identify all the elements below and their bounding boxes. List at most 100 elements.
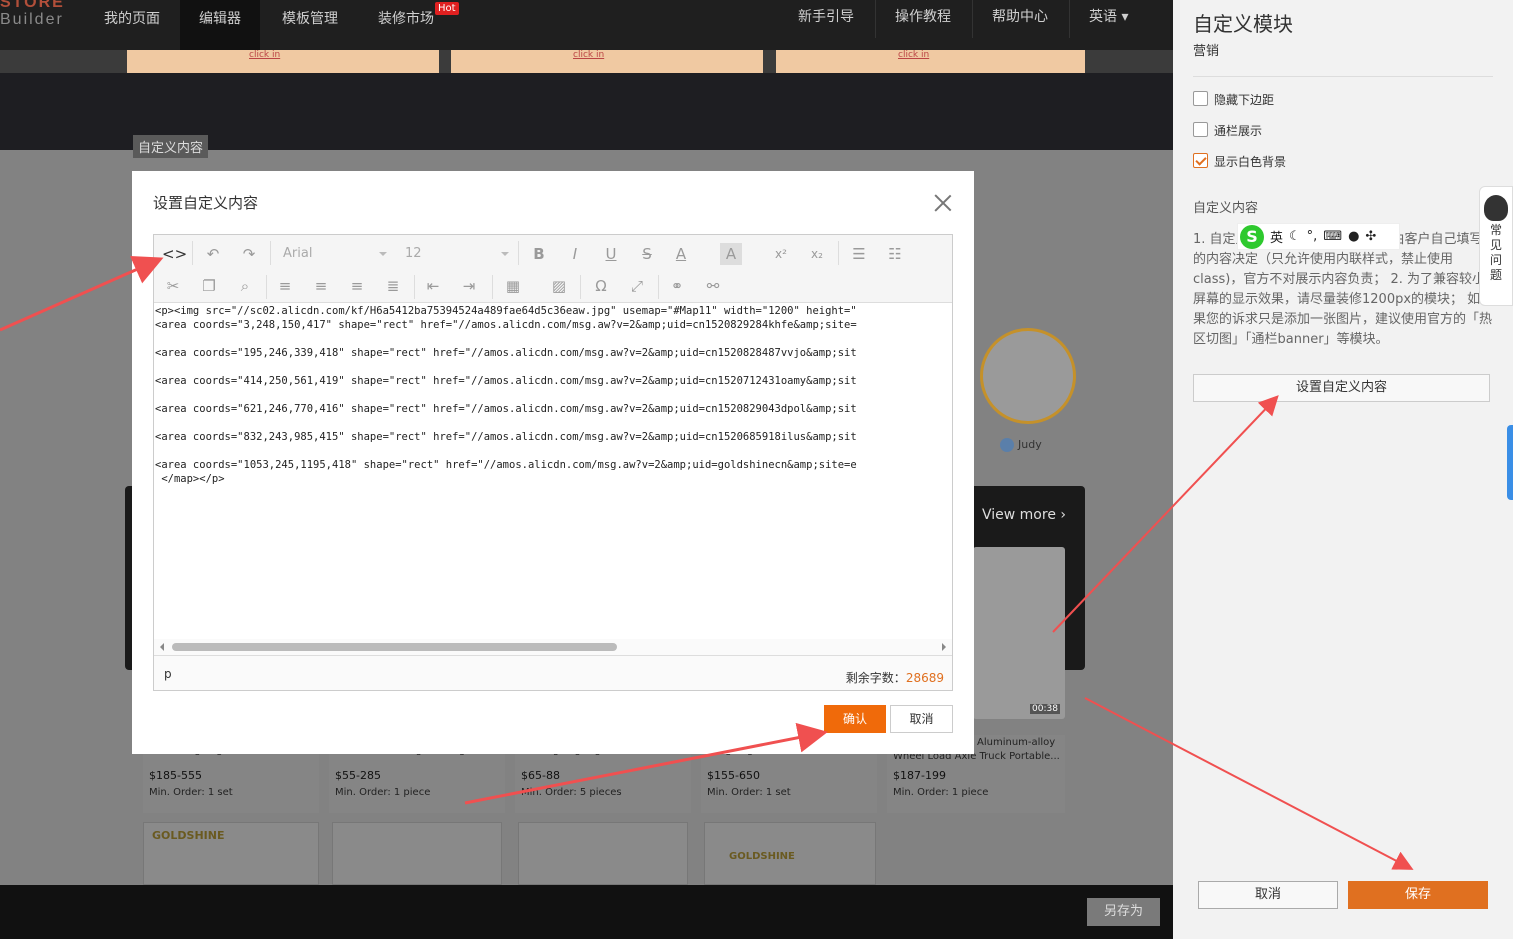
code-line[interactable]: <area coords="3,248,150,417" shape="rect… [155,318,952,332]
code-line[interactable]: <area coords="832,243,985,415" shape="re… [155,430,952,444]
table-icon[interactable]: ▦ [502,275,524,297]
logo[interactable]: STORE Builder [0,0,65,28]
panel-title: 自定义模块 [1193,12,1293,36]
align-center-icon[interactable]: ≡ [310,275,332,297]
bottom-bar [0,885,1173,939]
align-right-icon[interactable]: ≡ [346,275,368,297]
chevron-down-icon: ▾ [1121,9,1129,25]
user-icon[interactable]: ● [1348,229,1359,244]
product-thumb[interactable] [332,822,502,885]
bold-icon[interactable]: B [528,243,550,265]
custom-content-dialog: 设置自定义内容 <> ↶ ↷ Arial 12 B I U S A A x² x… [132,171,974,754]
set-custom-content-button[interactable]: 设置自定义内容 [1193,374,1490,402]
hot-badge: Hot [435,2,459,15]
find-icon[interactable]: ⌕ [234,275,256,297]
code-line[interactable]: <area coords="621,246,770,416" shape="re… [155,402,952,416]
nav-tutorial[interactable]: 操作教程 [895,6,951,26]
code-line[interactable] [155,332,952,346]
nav-help[interactable]: 帮助中心 [992,6,1048,26]
product-image [973,547,1065,719]
product-thumb[interactable] [518,822,688,885]
bullet-list-icon[interactable]: ☰ [848,243,870,265]
agent-name: Judy [1018,438,1042,451]
ime-toolbar[interactable]: S 英 ☾ °, ⌨ ● ✣ [1237,223,1400,250]
underline-icon[interactable]: U [600,243,622,265]
source-code-area[interactable]: <p><img src="//sc02.alicdn.com/kf/H6a541… [154,304,952,639]
outdent-icon[interactable]: ⇤ [422,275,444,297]
superscript-icon[interactable]: x² [770,243,792,265]
white-bg-checkbox[interactable] [1193,153,1208,168]
banner-link[interactable]: click in [898,50,929,60]
background-color-icon[interactable]: A [720,243,742,265]
banner-link[interactable]: click in [249,50,280,60]
view-more-link[interactable]: View more › [982,507,1066,523]
nav-my-pages[interactable]: 我的页面 [104,8,160,28]
grid-icon[interactable]: ✣ [1365,229,1376,244]
nav-market[interactable]: 装修市场 [378,8,434,28]
link-icon[interactable]: ⚭ [666,275,688,297]
dialog-cancel-button[interactable]: 取消 [890,705,953,733]
nav-language[interactable]: 英语 ▾ [1089,6,1128,26]
image-icon[interactable]: ▨ [548,275,570,297]
strikethrough-icon[interactable]: S [636,243,658,265]
punctuation-icon[interactable]: °, [1307,229,1318,244]
italic-icon[interactable]: I [564,243,586,265]
redo-icon[interactable]: ↷ [238,243,260,265]
nav-templates[interactable]: 模板管理 [282,8,338,28]
scroll-thumb[interactable] [172,643,617,651]
nav-editor[interactable]: 编辑器 [180,0,260,50]
copy-icon[interactable]: ❐ [198,275,220,297]
content-heading: 自定义内容 [1193,201,1259,216]
banner-link[interactable]: click in [573,50,604,60]
subscript-icon[interactable]: x₂ [806,243,828,265]
special-char-icon[interactable]: Ω [590,275,612,297]
scroll-left-icon[interactable] [156,643,164,651]
moon-icon[interactable]: ☾ [1289,229,1301,244]
close-icon[interactable] [933,193,953,213]
scroll-right-icon[interactable] [942,643,950,651]
unlink-icon[interactable]: ⚯ [702,275,724,297]
cancel-button[interactable]: 取消 [1198,881,1338,909]
align-justify-icon[interactable]: ≣ [382,275,404,297]
char-counter: 剩余字数：28689 [845,671,944,685]
font-color-icon[interactable]: A [670,243,692,265]
section-tag: 自定义内容 [133,135,209,158]
nav-guide[interactable]: 新手引导 [798,6,854,26]
code-line[interactable]: <area coords="1053,245,1195,418" shape="… [155,458,952,472]
rich-text-editor: <> ↶ ↷ Arial 12 B I U S A A x² x₂ ☰ ☷ ✂ … [153,234,953,691]
code-line[interactable] [155,388,952,402]
code-line[interactable]: <area coords="195,246,339,418" shape="re… [155,346,952,360]
fullscreen-icon[interactable]: ⤢ [626,275,648,297]
horizontal-scrollbar[interactable] [154,639,952,655]
undo-icon[interactable]: ↶ [202,243,224,265]
top-nav: STORE Builder 我的页面 编辑器 模板管理 装修市场 Hot 新手引导… [0,0,1173,50]
indent-icon[interactable]: ⇥ [458,275,480,297]
product-thumb[interactable]: GOLDSHINE [704,822,876,885]
faq-widget[interactable]: 常见问题 [1479,186,1513,306]
numbered-list-icon[interactable]: ☷ [884,243,906,265]
code-line[interactable]: <area coords="414,250,561,419" shape="re… [155,374,952,388]
font-family-select[interactable]: Arial [283,243,387,265]
hide-bottom-margin-checkbox[interactable] [1193,91,1208,106]
code-line[interactable]: <p><img src="//sc02.alicdn.com/kf/H6a541… [155,304,952,318]
video-duration: 00:38 [1030,704,1060,714]
product-thumb[interactable]: GOLDSHINE [143,822,319,885]
code-line[interactable] [155,416,952,430]
align-left-icon[interactable]: ≡ [274,275,296,297]
cut-icon[interactable]: ✂ [162,275,184,297]
checkbox-label: 显示白色背景 [1214,155,1287,169]
keyboard-icon[interactable]: ⌨ [1323,229,1342,244]
banner-item: click in [127,50,439,73]
ime-lang[interactable]: 英 [1270,227,1283,246]
dialog-title: 设置自定义内容 [153,194,259,212]
side-tab[interactable] [1507,425,1513,500]
code-line[interactable] [155,360,952,374]
save-as-button[interactable]: 另存为 [1087,898,1160,926]
confirm-button[interactable]: 确认 [824,705,886,733]
full-width-checkbox[interactable] [1193,122,1208,137]
font-size-select[interactable]: 12 [405,243,509,265]
save-button[interactable]: 保存 [1348,881,1488,909]
source-code-icon[interactable]: <> [162,243,187,265]
code-line[interactable] [155,444,952,458]
code-line[interactable]: </map></p> [155,472,952,486]
